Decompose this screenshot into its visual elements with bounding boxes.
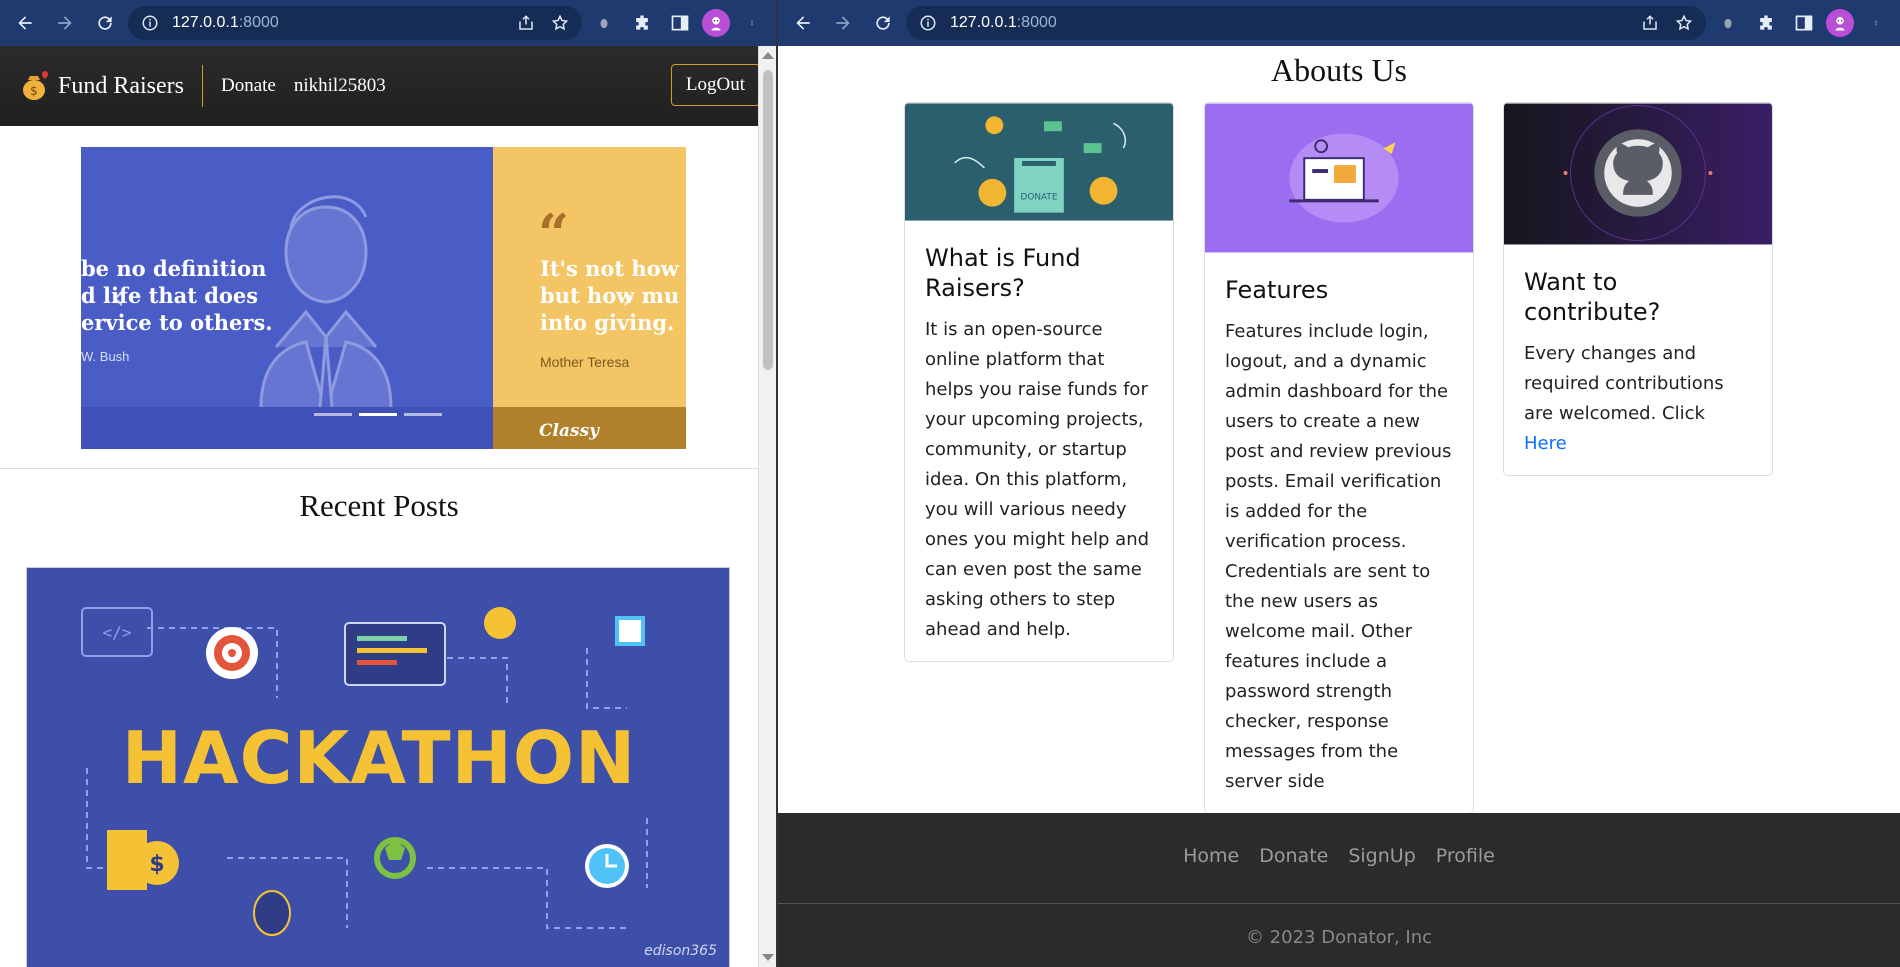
profile-avatar[interactable]	[1826, 9, 1854, 37]
address-bar[interactable]: 127.0.0.1:8000	[128, 6, 582, 40]
scroll-down-icon[interactable]	[762, 954, 774, 961]
site-navbar: $ Fund Raisers Donate nikhil25803 LogOut	[0, 46, 776, 126]
carousel-indicator[interactable]	[314, 413, 352, 416]
bookmark-star-icon[interactable]	[548, 11, 572, 35]
svg-text:$: $	[30, 84, 38, 98]
menu-kebab-icon[interactable]	[736, 7, 768, 39]
post-image-title: HACKATHON	[121, 716, 637, 800]
card-title: Want to contribute?	[1524, 268, 1661, 326]
forward-arrow-icon	[836, 16, 850, 30]
brand-name: Fund Raisers	[58, 72, 184, 99]
site-footer: Home Donate SignUp Profile © 2023 Donato…	[778, 813, 1900, 967]
money-bag-icon: $	[23, 71, 48, 100]
site-info-icon[interactable]	[916, 11, 940, 35]
reload-icon	[876, 16, 890, 30]
url-port: :8000	[238, 14, 279, 31]
footer-divider	[778, 903, 1900, 904]
classy-logo: Classy	[539, 421, 600, 441]
forward-button[interactable]	[826, 6, 860, 40]
card-title: What is Fund Raisers?	[925, 244, 1081, 302]
reload-button[interactable]	[88, 6, 122, 40]
slide2-quote: It's not how but how mu into giving.	[540, 256, 680, 335]
back-button[interactable]	[786, 6, 820, 40]
side-panel-icon[interactable]	[1788, 7, 1820, 39]
card-features: Features Features include login, logout,…	[1204, 102, 1474, 814]
side-panel-icon[interactable]	[664, 7, 696, 39]
forward-button[interactable]	[48, 6, 82, 40]
copyright-text: © 2023 Donator, Inc	[1245, 927, 1433, 948]
left-browser-window: 127.0.0.1:8000 $ Fund Raisers Donate nik…	[0, 0, 776, 967]
footer-link-home[interactable]: Home	[1183, 845, 1239, 867]
carousel-prev-icon[interactable]: ‹	[111, 277, 125, 318]
post-image-credit: edison365	[644, 943, 717, 959]
address-bar[interactable]: 127.0.0.1:8000	[906, 6, 1706, 40]
carousel-next-icon[interactable]: ›	[621, 277, 635, 318]
slide1-quote: be no definition d life that does ervice…	[81, 256, 273, 335]
slide2-author: Mother Teresa	[540, 354, 630, 370]
url-host: 127.0.0.1	[172, 14, 239, 31]
extension-icon[interactable]	[588, 7, 620, 39]
contribute-text: Every changes and required contributions…	[1524, 343, 1724, 424]
extension-icon[interactable]	[1712, 7, 1744, 39]
url-host: 127.0.0.1	[950, 14, 1017, 31]
footer-link-signup[interactable]: SignUp	[1348, 845, 1415, 867]
card-text: Every changes and required contributions…	[1524, 339, 1752, 459]
card-title: Features	[1225, 276, 1329, 304]
donation-box-illustration: DONATE	[905, 103, 1173, 221]
share-icon[interactable]	[1638, 11, 1662, 35]
donate-box-label: DONATE	[1020, 193, 1057, 203]
back-button[interactable]	[8, 6, 42, 40]
share-icon[interactable]	[514, 11, 538, 35]
github-illustration	[1504, 103, 1772, 245]
card-what-is: DONATE What is Fund Raisers? It is an op…	[904, 102, 1174, 662]
footer-link-donate[interactable]: Donate	[1259, 845, 1328, 867]
browser-toolbar: 127.0.0.1:8000	[0, 0, 776, 46]
back-arrow-icon	[18, 16, 32, 30]
section-divider	[0, 468, 758, 469]
svg-text:$: $	[149, 852, 164, 877]
footer-link-profile[interactable]: Profile	[1436, 845, 1495, 867]
card-contribute: Want to contribute? Every changes and re…	[1503, 102, 1773, 476]
quote-carousel[interactable]: be no definition d life that does ervice…	[81, 147, 686, 449]
laptop-illustration	[1205, 103, 1473, 253]
recent-posts-heading: Recent Posts	[299, 488, 459, 523]
contribute-here-link[interactable]: Here	[1524, 433, 1567, 454]
browser-toolbar: 127.0.0.1:8000	[778, 0, 1900, 46]
url-port: :8000	[1016, 14, 1057, 31]
reload-icon	[98, 16, 112, 30]
scroll-thumb[interactable]	[763, 70, 773, 370]
brand-link[interactable]: $ Fund Raisers	[18, 65, 203, 107]
footer-nav: Home Donate SignUp Profile	[778, 813, 1900, 867]
site-info-icon[interactable]	[138, 11, 162, 35]
logout-button[interactable]: LogOut	[670, 64, 760, 106]
about-us-heading: Abouts Us	[1270, 52, 1407, 88]
nav-link-username[interactable]: nikhil25803	[294, 75, 386, 97]
reload-button[interactable]	[866, 6, 900, 40]
menu-kebab-icon[interactable]	[1860, 7, 1892, 39]
nav-link-donate[interactable]: Donate	[221, 75, 276, 97]
card-text: It is an open-source online platform tha…	[925, 319, 1150, 640]
forward-arrow-icon	[58, 16, 72, 30]
profile-avatar[interactable]	[702, 9, 730, 37]
bookmark-star-icon[interactable]	[1672, 11, 1696, 35]
puzzle-extensions-icon[interactable]	[626, 7, 658, 39]
carousel-indicator[interactable]	[404, 413, 442, 416]
carousel-indicator-active[interactable]	[359, 413, 397, 416]
card-text: Features include login, logout, and a dy…	[1225, 321, 1452, 792]
page-scrollbar[interactable]	[758, 46, 776, 967]
puzzle-extensions-icon[interactable]	[1750, 7, 1782, 39]
back-arrow-icon	[796, 16, 810, 30]
right-browser-window: 127.0.0.1:8000 Abouts Us DONATE What is …	[778, 0, 1900, 967]
post-card-image[interactable]: </> $ HACKATHON edison365	[26, 567, 730, 967]
scroll-up-icon[interactable]	[762, 52, 774, 59]
slide1-author: W. Bush	[81, 349, 130, 364]
svg-text:</>: </>	[103, 623, 132, 642]
